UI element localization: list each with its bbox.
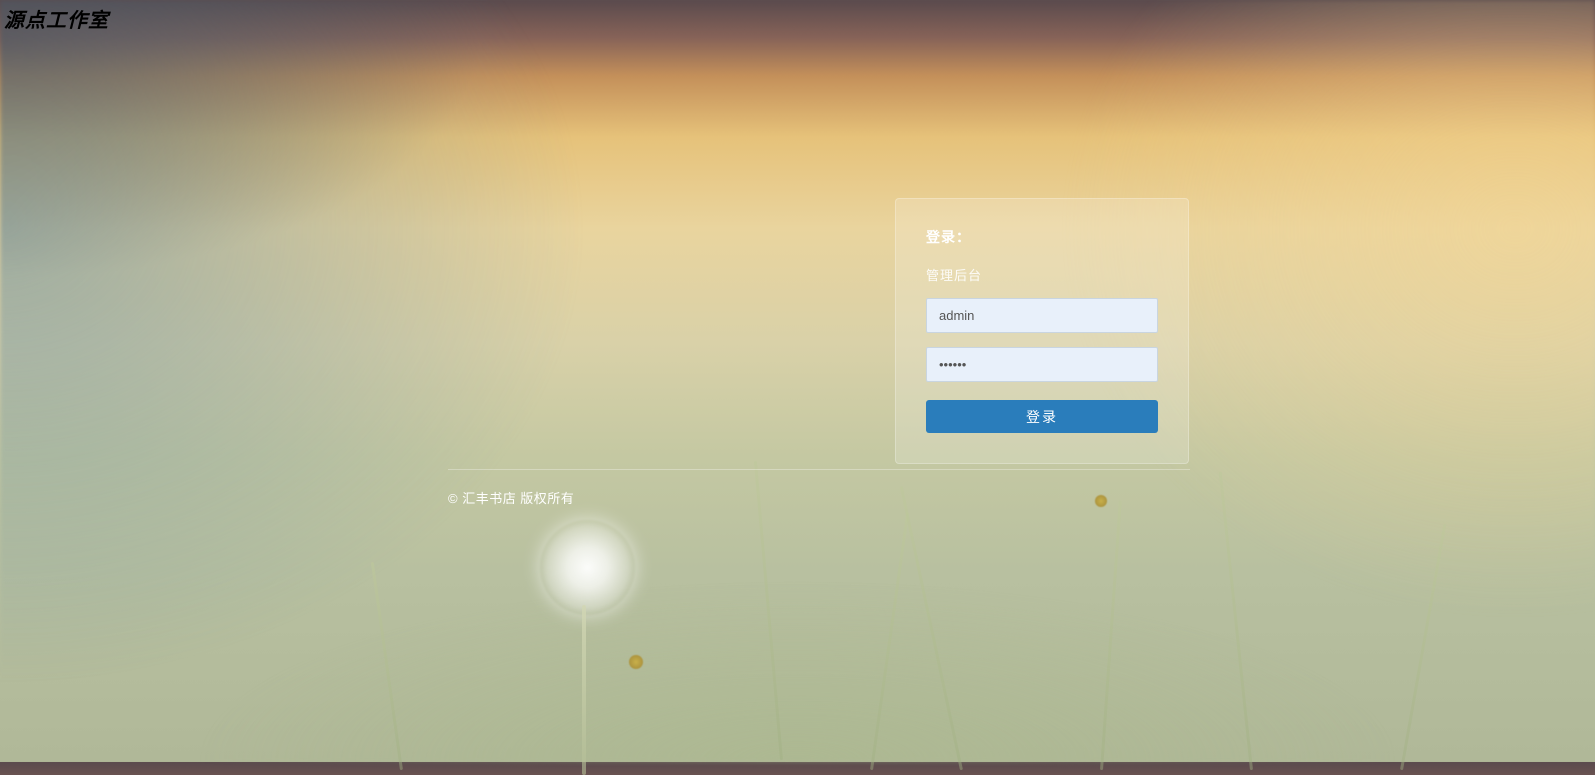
background-image xyxy=(0,0,1595,762)
login-title: 登录： xyxy=(926,227,1158,247)
footer-divider xyxy=(448,469,1190,470)
login-subtitle: 管理后台 xyxy=(926,265,1158,284)
decorative-bud xyxy=(1095,495,1107,507)
username-input[interactable] xyxy=(926,298,1158,333)
footer-copyright: © 汇丰书店 版权所有 xyxy=(448,488,574,507)
decorative-bud xyxy=(629,655,643,669)
brand-title: 源点工作室 xyxy=(4,4,109,33)
login-button[interactable]: 登录 xyxy=(926,400,1158,433)
login-panel: 登录： 管理后台 登录 xyxy=(895,198,1189,464)
password-input[interactable] xyxy=(926,347,1158,382)
